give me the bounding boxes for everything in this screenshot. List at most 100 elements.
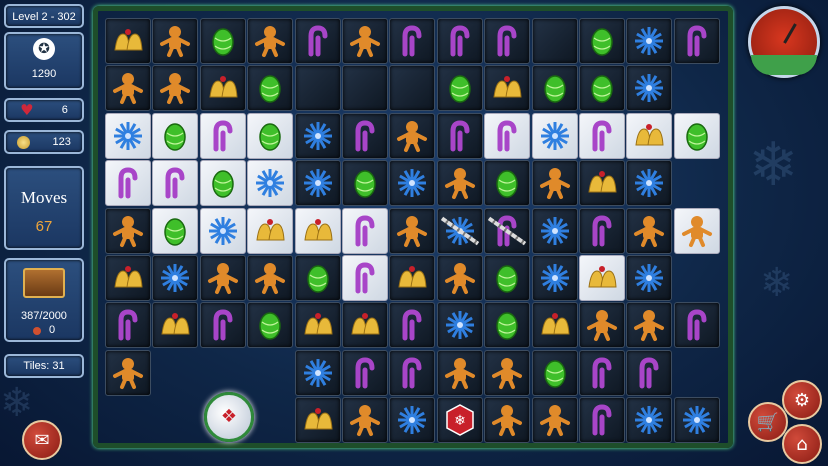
ornament-tile[interactable] (199, 18, 246, 64)
ornament-tile[interactable] (484, 255, 531, 301)
candy-tile[interactable] (342, 207, 388, 254)
ornament-tile[interactable] (152, 207, 199, 254)
special-tile[interactable]: ❄ (436, 397, 483, 444)
settings-button[interactable]: ⚙ (782, 380, 822, 420)
snow-tile[interactable] (294, 160, 341, 207)
ginger-tile[interactable] (105, 65, 151, 112)
candy-tile[interactable] (105, 160, 151, 207)
bell-tile[interactable] (199, 65, 246, 112)
candy-tile[interactable] (484, 18, 531, 64)
bell-tile[interactable] (531, 302, 578, 349)
ornament-tile[interactable] (484, 160, 531, 207)
ornament-tile[interactable] (579, 65, 625, 112)
snow-tile[interactable] (247, 160, 294, 207)
snow-tile[interactable] (626, 18, 673, 64)
bell-tile[interactable] (579, 255, 625, 301)
ginger-tile[interactable] (152, 65, 199, 112)
candy-tile[interactable] (199, 302, 246, 349)
candy-tile[interactable] (389, 349, 436, 396)
bell-tile[interactable] (294, 397, 341, 444)
snow-tile[interactable] (389, 160, 436, 207)
candy-tile[interactable] (673, 18, 720, 64)
bell-tile[interactable] (247, 207, 294, 254)
snow-tile[interactable] (531, 255, 578, 301)
ornament-tile[interactable] (531, 349, 578, 396)
snow-tile[interactable] (294, 112, 341, 159)
ginger-tile[interactable] (389, 112, 436, 159)
candy-tile[interactable] (342, 112, 388, 159)
candy-tile[interactable] (626, 349, 673, 396)
ornament-tile[interactable] (484, 302, 531, 349)
ornament-tile[interactable] (152, 112, 199, 159)
ginger-tile[interactable] (247, 18, 294, 64)
ginger-tile[interactable] (342, 18, 388, 64)
bell-tile[interactable] (579, 160, 625, 207)
ginger-tile[interactable] (152, 18, 199, 64)
snow-tile[interactable] (531, 207, 578, 254)
ginger-tile[interactable] (342, 397, 388, 444)
ginger-tile[interactable] (484, 397, 531, 444)
candy-tile[interactable] (484, 207, 531, 254)
candy-tile[interactable] (484, 112, 531, 159)
snow-tile[interactable] (626, 255, 673, 301)
ornament-tile[interactable] (673, 112, 720, 159)
candy-tile[interactable] (389, 18, 436, 64)
snow-tile[interactable] (626, 160, 673, 207)
snow-tile[interactable] (105, 112, 151, 159)
ornament-tile[interactable] (579, 18, 625, 64)
candy-tile[interactable] (389, 302, 436, 349)
candy-tile[interactable] (199, 112, 246, 159)
ginger-tile[interactable] (247, 255, 294, 301)
ginger-tile[interactable] (436, 349, 483, 396)
candy-tile[interactable] (579, 207, 625, 254)
snow-tile[interactable] (294, 349, 341, 396)
ginger-tile[interactable] (389, 207, 436, 254)
ornament-tile[interactable] (342, 160, 388, 207)
candy-tile[interactable] (579, 349, 625, 396)
snow-tile[interactable] (436, 207, 483, 254)
candy-tile[interactable] (152, 160, 199, 207)
snow-tile[interactable] (389, 397, 436, 444)
ginger-tile[interactable] (579, 302, 625, 349)
ornament-tile[interactable] (294, 255, 341, 301)
shop-button[interactable]: 🛒 (748, 402, 788, 442)
bell-tile[interactable] (626, 112, 673, 159)
bell-tile[interactable] (294, 302, 341, 349)
ornament-tile[interactable] (531, 65, 578, 112)
ginger-tile[interactable] (199, 255, 246, 301)
ginger-tile[interactable] (436, 160, 483, 207)
ginger-tile[interactable] (484, 349, 531, 396)
ornament-tile[interactable] (247, 65, 294, 112)
bell-tile[interactable] (105, 18, 151, 64)
menu-button[interactable]: ✉ (22, 420, 62, 460)
ginger-tile[interactable] (105, 349, 151, 396)
candy-tile[interactable] (579, 112, 625, 159)
snow-tile[interactable] (673, 397, 720, 444)
bell-tile[interactable] (484, 65, 531, 112)
candy-tile[interactable] (105, 302, 151, 349)
home-button[interactable]: ⌂ (782, 424, 822, 464)
snow-tile[interactable] (531, 112, 578, 159)
ornament-tile[interactable] (247, 302, 294, 349)
ginger-tile[interactable] (673, 207, 720, 254)
candy-tile[interactable] (342, 255, 388, 301)
bell-tile[interactable] (389, 255, 436, 301)
ginger-tile[interactable] (531, 160, 578, 207)
candy-tile[interactable] (579, 397, 625, 444)
snow-tile[interactable] (436, 302, 483, 349)
candy-tile[interactable] (436, 18, 483, 64)
ginger-tile[interactable] (626, 207, 673, 254)
ginger-tile[interactable] (436, 255, 483, 301)
hint-button[interactable]: ❖ (204, 392, 254, 442)
snow-tile[interactable] (199, 207, 246, 254)
ginger-tile[interactable] (105, 207, 151, 254)
candy-tile[interactable] (436, 112, 483, 159)
ornament-tile[interactable] (436, 65, 483, 112)
bell-tile[interactable] (152, 302, 199, 349)
ornament-tile[interactable] (247, 112, 294, 159)
snow-tile[interactable] (626, 397, 673, 444)
snow-tile[interactable] (152, 255, 199, 301)
bell-tile[interactable] (105, 255, 151, 301)
ginger-tile[interactable] (626, 302, 673, 349)
ornament-tile[interactable] (199, 160, 246, 207)
